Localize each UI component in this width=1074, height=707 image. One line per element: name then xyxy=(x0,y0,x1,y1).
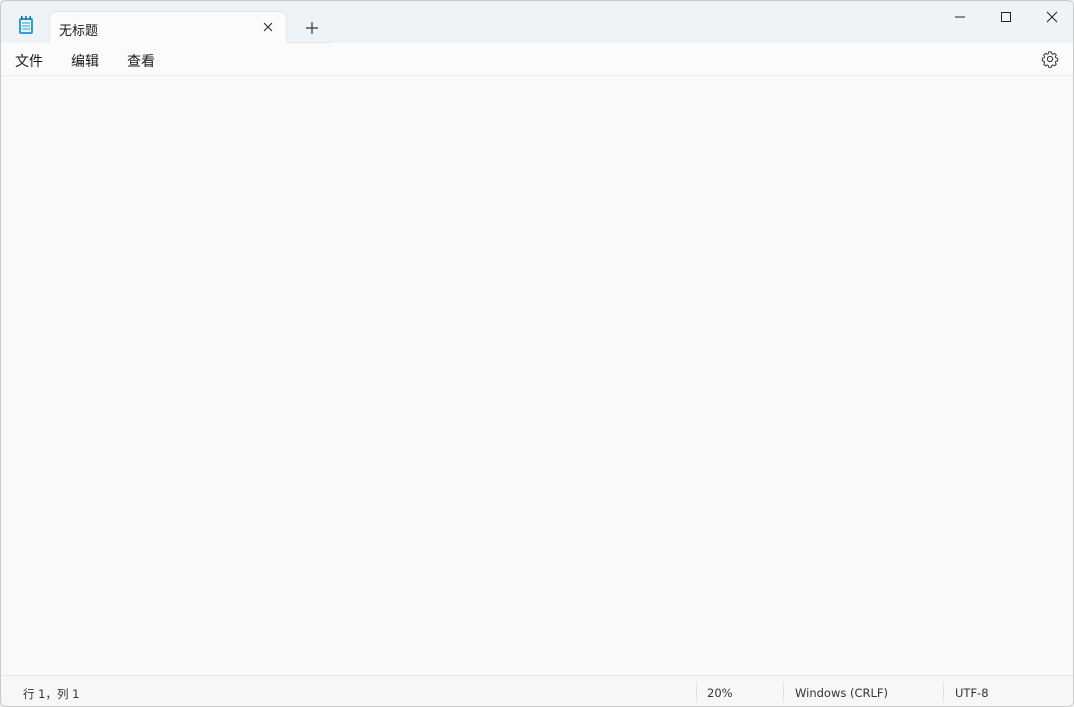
maximize-button[interactable] xyxy=(983,1,1029,33)
zoom-level[interactable]: 20% xyxy=(707,686,733,700)
document-tab[interactable]: 无标题 xyxy=(49,11,287,43)
menu-file[interactable]: 文件 xyxy=(15,51,43,71)
menu-bar: 文件 编辑 查看 xyxy=(1,43,1073,76)
new-tab-plus-icon[interactable] xyxy=(301,17,323,39)
tab-title: 无标题 xyxy=(59,24,99,39)
status-bar: 行 1，列 1 20% Windows (CRLF) UTF-8 xyxy=(1,675,1073,706)
settings-gear-icon[interactable] xyxy=(1041,50,1059,68)
notepad-app-icon xyxy=(19,16,33,34)
title-bar: 无标题 xyxy=(1,1,1073,43)
status-divider xyxy=(943,682,944,702)
menu-view[interactable]: 查看 xyxy=(127,51,155,71)
minimize-button[interactable] xyxy=(937,1,983,33)
editor-textarea[interactable] xyxy=(1,76,1073,674)
maximize-icon xyxy=(1001,12,1011,22)
close-window-button[interactable] xyxy=(1029,1,1073,33)
close-tab-icon[interactable] xyxy=(262,21,274,33)
line-ending[interactable]: Windows (CRLF) xyxy=(795,686,888,700)
text-editor-area[interactable] xyxy=(1,76,1073,674)
cursor-position: 行 1，列 1 xyxy=(23,687,80,701)
status-divider xyxy=(696,682,697,702)
status-divider xyxy=(783,682,784,702)
minimize-icon xyxy=(955,16,965,18)
menu-edit[interactable]: 编辑 xyxy=(71,51,99,71)
close-icon xyxy=(1046,11,1058,23)
notepad-window: 无标题 文件 编辑 查看 行 1，列 1 20% Windows (CRLF) … xyxy=(0,0,1074,707)
encoding[interactable]: UTF-8 xyxy=(955,686,989,700)
